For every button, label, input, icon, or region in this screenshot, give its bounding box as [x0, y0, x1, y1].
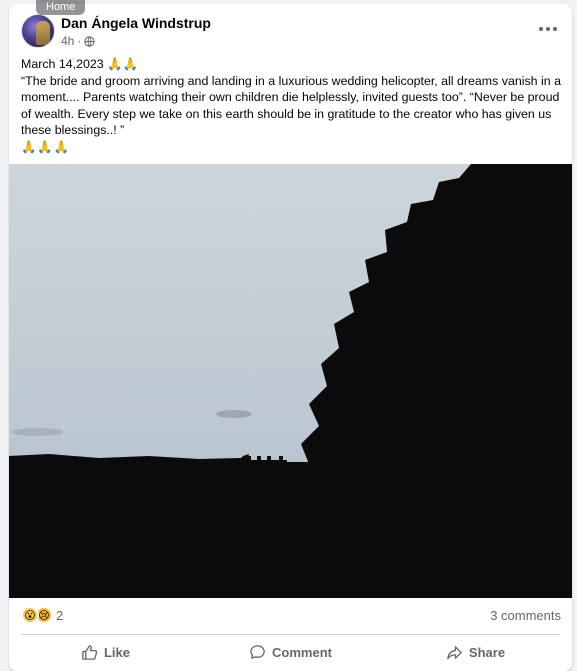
reaction-icons[interactable]: 😮 😢 — [21, 606, 53, 624]
comment-count[interactable]: 3 comments — [490, 608, 561, 623]
like-label: Like — [103, 644, 130, 660]
post-actions: Like Comment Share — [13, 637, 568, 667]
reaction-count[interactable]: 2 — [56, 608, 63, 623]
more-options-button[interactable] — [536, 19, 560, 39]
post-author-name[interactable]: Dan Ángela Windstrup — [61, 15, 211, 31]
reactions-bar: 😮 😢 2 3 comments — [9, 604, 572, 628]
post-header: Dan Ángela Windstrup 4h · — [9, 4, 572, 56]
divider — [21, 634, 560, 635]
home-tooltip: Home — [36, 0, 86, 15]
like-button[interactable]: Like — [13, 637, 198, 667]
share-label: Share — [468, 644, 506, 660]
post-meta: 4h · — [61, 34, 95, 48]
post-card: Dan Ángela Windstrup 4h · March 14,2023 … — [9, 4, 572, 671]
post-body: “The bride and groom arriving and landin… — [21, 73, 561, 138]
wow-icon: 😮 — [21, 606, 39, 624]
comment-button[interactable]: Comment — [198, 637, 383, 667]
post-text: March 14,2023 🙏🙏 “The bride and groom ar… — [21, 56, 566, 155]
video-frame — [9, 164, 572, 598]
share-button[interactable]: Share — [383, 637, 568, 667]
comment-bubble-icon — [250, 644, 265, 659]
separator-dot: · — [77, 34, 82, 48]
thumbs-up-icon — [82, 644, 98, 660]
avatar[interactable] — [21, 14, 55, 48]
post-timestamp[interactable]: 4h — [61, 34, 74, 48]
comment-label: Comment — [272, 644, 332, 660]
more-dot-icon — [553, 27, 557, 31]
more-dot-icon — [539, 27, 543, 31]
share-arrow-icon — [447, 645, 462, 659]
post-closing: 🙏🙏🙏 — [21, 139, 71, 154]
post-video[interactable] — [9, 164, 572, 598]
globe-icon[interactable] — [84, 35, 95, 47]
post-date-line: March 14,2023 🙏🙏 — [21, 57, 138, 71]
more-dot-icon — [546, 27, 550, 31]
